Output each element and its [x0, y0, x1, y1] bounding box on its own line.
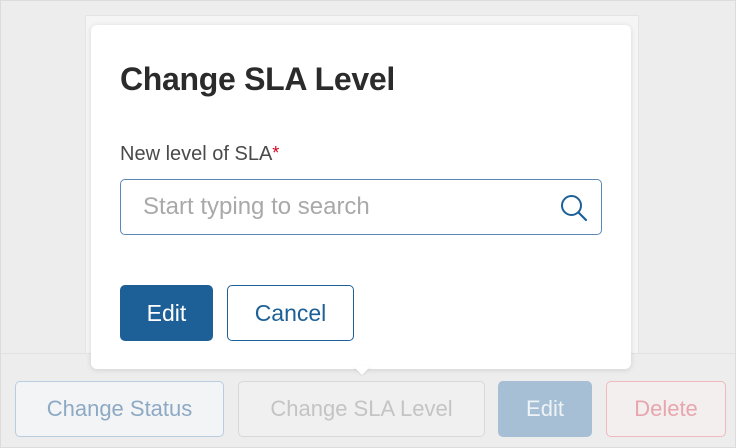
change-status-button[interactable]: Change Status: [15, 381, 224, 437]
required-mark: *: [272, 143, 280, 163]
edit-button[interactable]: Edit: [120, 285, 213, 341]
change-sla-level-button[interactable]: Change SLA Level: [238, 381, 485, 437]
toolbar-edit-button[interactable]: Edit: [498, 381, 592, 437]
screen: Change SLA Level New level of SLA* Edit …: [0, 0, 736, 448]
popover-arrow: [353, 366, 371, 375]
delete-button[interactable]: Delete: [606, 381, 726, 437]
sla-field-label: New level of SLA*: [120, 143, 279, 166]
sla-search-box[interactable]: [120, 179, 602, 235]
dialog-title: Change SLA Level: [120, 61, 395, 97]
search-icon[interactable]: [559, 193, 589, 223]
sla-search-input[interactable]: [121, 180, 551, 234]
cancel-button[interactable]: Cancel: [227, 285, 354, 341]
sla-field-label-text: New level of SLA: [120, 143, 273, 165]
change-sla-popover: Change SLA Level New level of SLA* Edit …: [91, 25, 631, 369]
